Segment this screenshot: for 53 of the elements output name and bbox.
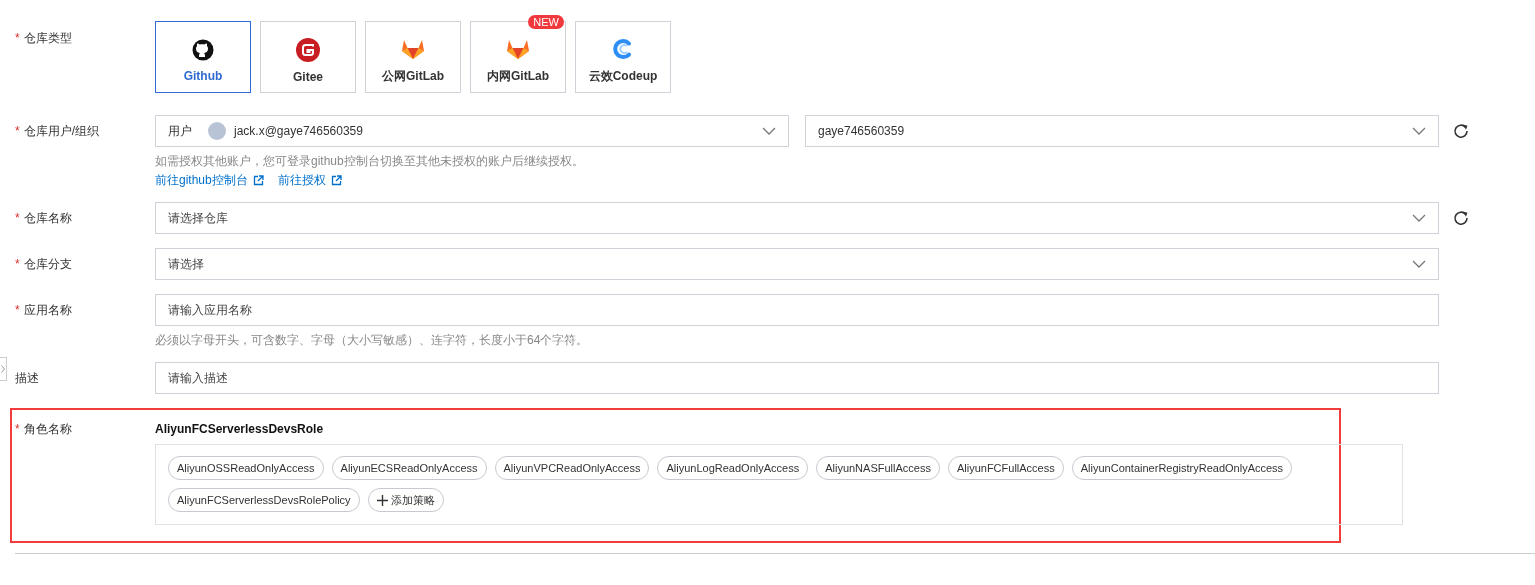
- field-label: 应用名称: [23, 303, 72, 317]
- required-mark: *: [15, 303, 20, 317]
- text-input[interactable]: 请输入应用名称: [155, 294, 1439, 326]
- chevron-right-icon: [1, 365, 5, 373]
- field-label: 角色名称: [23, 422, 72, 436]
- policy-tag[interactable]: AliyunContainerRegistryReadOnlyAccess: [1071, 456, 1293, 480]
- policy-tag[interactable]: AliyunNASFullAccess: [816, 456, 940, 480]
- policy-tag[interactable]: AliyunLogReadOnlyAccess: [657, 456, 809, 480]
- policy-tag[interactable]: AliyunFCFullAccess: [947, 456, 1064, 480]
- field-label: 描述: [15, 371, 39, 385]
- external-link-icon: [252, 174, 264, 186]
- field-label: 仓库类型: [23, 31, 72, 45]
- required-mark: *: [15, 257, 20, 271]
- policy-tag[interactable]: AliyunVPCReadOnlyAccess: [494, 456, 650, 480]
- link[interactable]: 前往授权: [277, 172, 342, 188]
- external-link-icon: [330, 174, 342, 186]
- side-handle[interactable]: [0, 357, 7, 381]
- github-logo-icon: [192, 39, 214, 61]
- repo-type-card[interactable]: 公网GitLab: [365, 21, 461, 93]
- gitee-logo-icon: [296, 38, 320, 62]
- chevron-down-icon: [1412, 127, 1426, 135]
- c-logo-icon: [612, 37, 634, 60]
- new-badge: NEW: [528, 15, 564, 29]
- policy-tag[interactable]: AliyunFCServerlessDevsRolePolicy: [168, 488, 360, 512]
- help-text: 如需授权其他账户，您可登录github控制台切换至其他未授权的账户后继续授权。: [155, 153, 585, 169]
- select-field[interactable]: 请选择: [155, 248, 1439, 280]
- chevron-down-icon: [1412, 260, 1426, 268]
- required-mark: *: [15, 211, 20, 225]
- help-text: 必须以字母开头，可含数字、字母（大小写敏感）、连字符，长度小于64个字符。: [155, 332, 590, 348]
- policy-tag[interactable]: AliyunOSSReadOnlyAccess: [168, 456, 324, 480]
- repo-type-card[interactable]: 云效Codeup: [575, 21, 671, 93]
- required-mark: *: [15, 422, 20, 436]
- select-prefix: 用户: [168, 122, 193, 140]
- select-field[interactable]: gaye746560359: [805, 115, 1439, 147]
- text-input[interactable]: 请输入描述: [155, 362, 1439, 394]
- field-label: 仓库分支: [23, 257, 72, 271]
- repo-type-card[interactable]: Github: [155, 21, 251, 93]
- link[interactable]: 前往github控制台: [155, 172, 264, 188]
- field-label: 仓库用户/组织: [23, 124, 99, 138]
- select-field[interactable]: 请选择仓库: [155, 202, 1439, 234]
- select-field[interactable]: 用户 jack.x@gaye746560359: [155, 115, 789, 147]
- chevron-down-icon: [762, 127, 776, 135]
- repo-type-card[interactable]: Gitee: [260, 21, 356, 93]
- refresh-icon[interactable]: [1453, 123, 1469, 139]
- add-policy-button[interactable]: 添加策略: [367, 488, 444, 512]
- required-mark: *: [15, 124, 20, 138]
- refresh-icon[interactable]: [1453, 210, 1469, 226]
- plus-icon: [376, 494, 388, 506]
- chevron-down-icon: [1412, 214, 1426, 222]
- required-mark: *: [15, 31, 20, 45]
- role-name: AliyunFCServerlessDevsRole: [155, 422, 325, 436]
- field-label: 仓库名称: [23, 211, 72, 225]
- policy-tag[interactable]: AliyunECSReadOnlyAccess: [331, 456, 487, 480]
